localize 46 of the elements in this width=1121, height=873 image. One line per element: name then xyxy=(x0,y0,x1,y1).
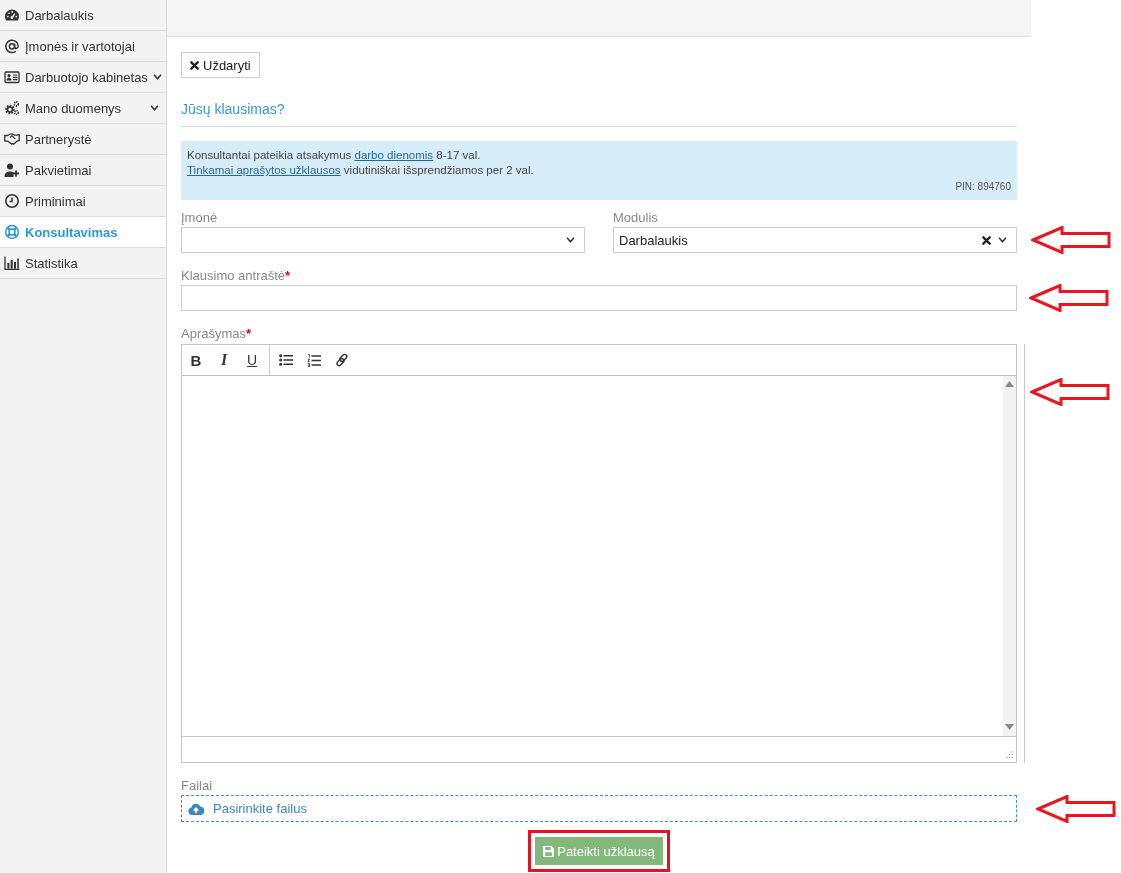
bulleted-list-icon xyxy=(279,354,293,366)
chevron-down-icon xyxy=(998,237,1007,243)
life-ring-icon xyxy=(4,224,20,240)
field-label: Modulis xyxy=(613,211,658,225)
text-input-field[interactable] xyxy=(181,285,1017,311)
gears-icon xyxy=(4,100,20,116)
file-picker-button[interactable]: Pasirinkite failus xyxy=(181,795,1017,822)
sidebar-item[interactable]: Darbuotojo kabinetas xyxy=(0,62,166,93)
sidebar-item[interactable]: Įmonės ir vartotojai xyxy=(0,31,166,62)
handshake-icon xyxy=(4,131,20,147)
gauge-icon xyxy=(4,7,20,23)
field-label: Aprašymas* xyxy=(181,327,252,341)
notice-text: Tinkamai aprašytos užklausos vidutiniškai išsprendžiamos per 2 val. xyxy=(187,163,535,178)
numbered-list-icon xyxy=(307,353,321,367)
sidebar-item[interactable]: Partnerystė xyxy=(0,124,166,155)
module-select[interactable]: Darbalaukis xyxy=(613,227,1017,253)
link[interactable]: darbo dienomis xyxy=(354,149,434,161)
bar-chart-icon xyxy=(4,255,20,271)
field-label: Įmonė xyxy=(181,211,218,225)
sidebar-item[interactable]: Statistika xyxy=(0,248,166,279)
scrollbar-track[interactable] xyxy=(1003,376,1016,736)
scroll-down-icon xyxy=(1005,724,1014,730)
bold-button[interactable]: B xyxy=(182,345,210,375)
sidebar-item[interactable]: Mano duomenys xyxy=(0,93,166,124)
scroll-up-icon xyxy=(1005,381,1014,387)
field-label: Klausimo antraštė* xyxy=(181,269,291,283)
sidebar-item[interactable]: Pakvietimai xyxy=(0,155,166,186)
at-sign-icon xyxy=(4,38,20,54)
close-icon xyxy=(190,60,199,70)
form-heading: Jūsų klausimas? xyxy=(181,100,1017,127)
id-card-icon xyxy=(4,69,20,85)
italic-button[interactable]: I xyxy=(210,345,238,375)
link-icon xyxy=(335,353,349,367)
cloud-upload-icon xyxy=(188,802,204,815)
close-button[interactable]: Uždaryti xyxy=(181,52,260,78)
user-plus-icon xyxy=(4,162,20,178)
chevron-down-icon xyxy=(566,237,575,243)
link[interactable]: Tinkamai aprašytos užklausos xyxy=(187,164,341,176)
field-label: Failai xyxy=(181,779,213,793)
pin-code: PIN: 894760 xyxy=(955,180,1011,194)
notice-text: Konsultantai pateikia atsakymus darbo dienomis 8-17 val. xyxy=(187,148,482,163)
company-select[interactable] xyxy=(181,227,585,253)
sidebar-item[interactable]: Darbalaukis xyxy=(0,0,166,31)
clock-icon xyxy=(4,193,20,209)
resize-grip-icon xyxy=(1005,751,1013,759)
underline-button[interactable]: U xyxy=(238,345,266,375)
